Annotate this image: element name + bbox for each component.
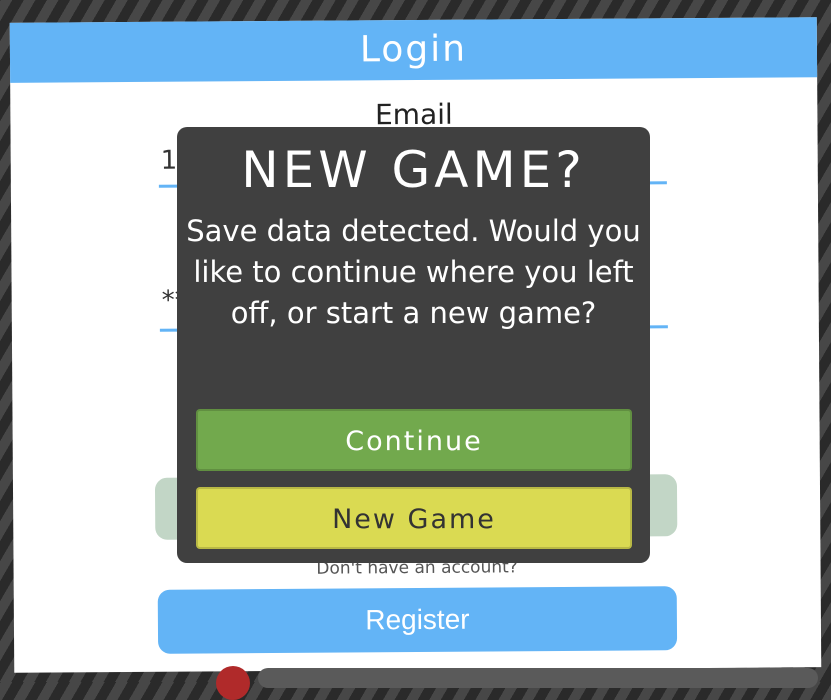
new-game-button[interactable]: New Game <box>196 487 632 549</box>
notification-badge <box>216 666 250 700</box>
bottom-bar <box>258 668 818 688</box>
new-game-dialog: NEW GAME? Save data detected. Would you … <box>177 127 650 563</box>
dialog-title: NEW GAME? <box>241 141 586 199</box>
continue-button[interactable]: Continue <box>196 409 632 471</box>
register-button[interactable]: Register <box>157 586 678 654</box>
login-title: Login <box>9 17 818 83</box>
dialog-message: Save data detected. Would you like to co… <box>186 214 641 330</box>
